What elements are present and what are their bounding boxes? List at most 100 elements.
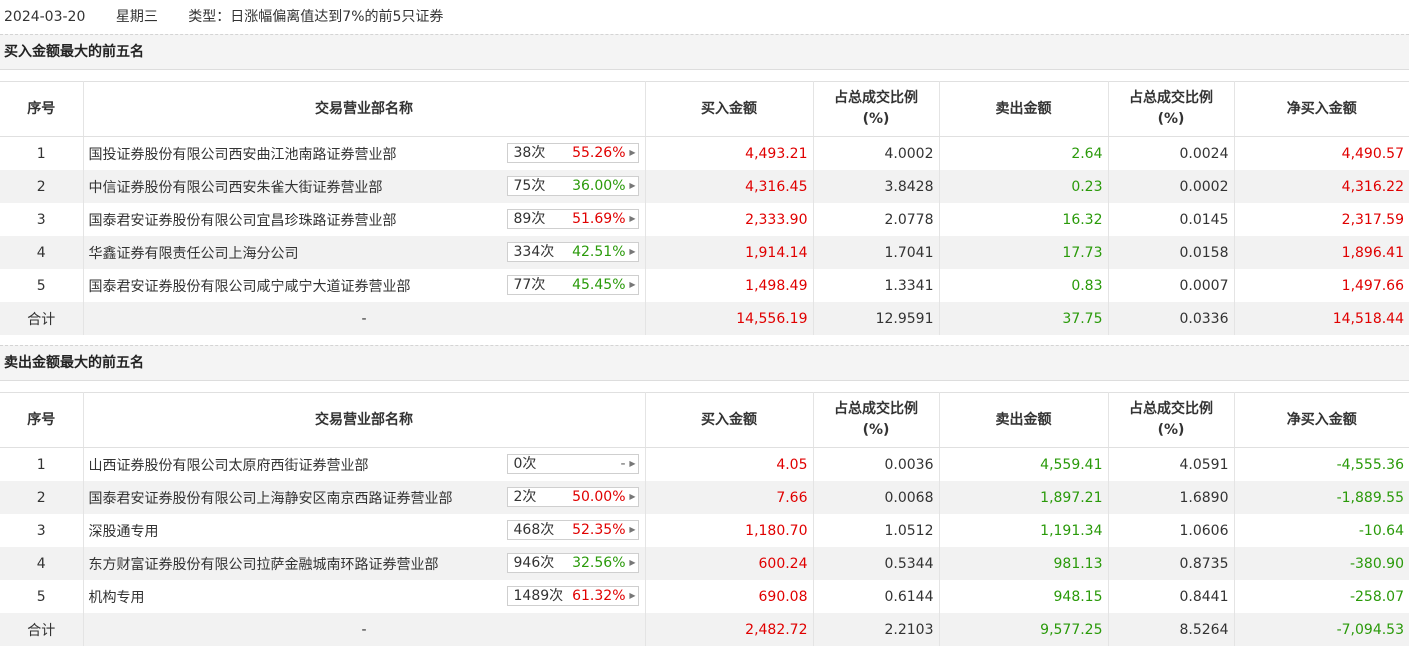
broker-history-dropdown[interactable]: 0次 - ▶ [506, 454, 639, 474]
caret-right-icon: ▶ [629, 558, 636, 567]
net-amount: -10.64 [1358, 522, 1404, 539]
row-number: 2 [0, 170, 84, 203]
total-buy-amount: 2,482.72 [645, 613, 814, 646]
sell-ratio: 0.0024 [1108, 136, 1235, 170]
caret-right-icon: ▶ [629, 280, 636, 289]
buy-ratio: 1.0512 [813, 514, 940, 547]
col-header-sell[interactable]: 卖出金额 [939, 392, 1109, 448]
win-rate: - [620, 456, 626, 472]
total-net-amount: 14,518.44 [1234, 302, 1409, 335]
broker-history-dropdown[interactable]: 1489次 61.32% ▶ [506, 586, 639, 606]
buy-ratio: 0.5344 [813, 547, 940, 580]
buy-ratio: 1.3341 [813, 269, 940, 302]
section-title: 卖出金额最大的前五名 [0, 345, 1409, 381]
caret-right-icon: ▶ [629, 148, 636, 157]
table-row: 1 山西证券股份有限公司太原府西街证券营业部 0次 - ▶ 4.05 0.0036 4,559… [0, 447, 1409, 481]
broker-history-dropdown[interactable]: 2次 50.00% ▶ [506, 487, 639, 507]
col-header-buy[interactable]: 买入金额 [645, 81, 814, 137]
col-header-no[interactable]: 序号 [0, 81, 84, 137]
broker-history-dropdown[interactable]: 38次 55.26% ▶ [506, 143, 639, 163]
broker-name-cell: 机构专用 1489次 61.32% ▶ [83, 580, 646, 613]
sell-ratio: 0.8735 [1108, 547, 1235, 580]
total-label: 合计 [0, 613, 84, 646]
buy-ratio: 4.0002 [813, 136, 940, 170]
broker-name-link[interactable]: 国投证券股份有限公司西安曲江池南路证券营业部 [89, 147, 397, 163]
broker-history-dropdown[interactable]: 468次 52.35% ▶ [506, 520, 639, 540]
col-header-sell-ratio[interactable]: 占总成交比例 (%) [1108, 81, 1235, 137]
table-row: 1 国投证券股份有限公司西安曲江池南路证券营业部 38次 55.26% ▶ 4,493.2… [0, 136, 1409, 170]
listing-count: 2次 [513, 489, 537, 505]
broker-name-link[interactable]: 国泰君安证券股份有限公司宜昌珍珠路证券营业部 [89, 213, 397, 229]
broker-history-dropdown[interactable]: 77次 45.45% ▶ [506, 275, 639, 295]
broker-name-link[interactable]: 国泰君安证券股份有限公司咸宁咸宁大道证券营业部 [89, 279, 411, 295]
col-header-net[interactable]: 净买入金额 [1234, 392, 1409, 448]
broker-name-link[interactable]: 中信证券股份有限公司西安朱雀大街证券营业部 [89, 180, 383, 196]
net-amount: 4,490.57 [1341, 145, 1404, 162]
broker-name-link[interactable]: 机构专用 [89, 590, 145, 606]
listing-count: 77次 [513, 277, 546, 293]
broker-name-cell: 东方财富证券股份有限公司拉萨金融城南环路证券营业部 946次 32.56% ▶ [83, 547, 646, 580]
buy-ratio: 3.8428 [813, 170, 940, 203]
listing-count: 38次 [513, 145, 546, 161]
table-row: 3 国泰君安证券股份有限公司宜昌珍珠路证券营业部 89次 51.69% ▶ 2,333.9… [0, 203, 1409, 236]
buy-ratio: 1.7041 [813, 236, 940, 269]
sell-ratio: 0.0145 [1108, 203, 1235, 236]
buy-amount: 1,498.49 [645, 269, 814, 302]
table-header-row: 序号 交易营业部名称 买入金额 占总成交比例 (%) 卖出金额 占总成交比例 (%) 净买入金额 [0, 392, 1409, 448]
buy-amount: 7.66 [645, 481, 814, 514]
broker-name-cell: 国泰君安证券股份有限公司宜昌珍珠路证券营业部 89次 51.69% ▶ [83, 203, 646, 236]
row-number: 2 [0, 481, 84, 514]
win-rate: 51.69% [572, 211, 626, 227]
col-header-buy-ratio[interactable]: 占总成交比例 (%) [813, 81, 940, 137]
buy-amount: 4,316.45 [645, 170, 814, 203]
sell-amount: 1,897.21 [939, 481, 1109, 514]
broker-name-link[interactable]: 华鑫证券有限责任公司上海分公司 [89, 246, 299, 262]
broker-history-dropdown[interactable]: 89次 51.69% ▶ [506, 209, 639, 229]
col-header-name[interactable]: 交易营业部名称 [83, 392, 646, 448]
table-row: 5 国泰君安证券股份有限公司咸宁咸宁大道证券营业部 77次 45.45% ▶ 1,498.… [0, 269, 1409, 302]
col-header-net[interactable]: 净买入金额 [1234, 81, 1409, 137]
broker-history-dropdown[interactable]: 75次 36.00% ▶ [506, 176, 639, 196]
total-row: 合计 -2,482.72 2.2103 9,577.25 8.5264 -7,094.53 [0, 613, 1409, 646]
broker-name-cell: 深股通专用 468次 52.35% ▶ [83, 514, 646, 547]
buy-amount: 2,333.90 [645, 203, 814, 236]
broker-name-link[interactable]: 山西证券股份有限公司太原府西街证券营业部 [89, 458, 369, 474]
row-number: 4 [0, 236, 84, 269]
broker-name-link[interactable]: 国泰君安证券股份有限公司上海静安区南京西路证券营业部 [89, 491, 453, 507]
broker-name-link[interactable]: 深股通专用 [89, 524, 159, 540]
total-sell-ratio: 8.5264 [1108, 613, 1235, 646]
col-header-buy-ratio[interactable]: 占总成交比例 (%) [813, 392, 940, 448]
col-header-buy[interactable]: 买入金额 [645, 392, 814, 448]
total-label: 合计 [0, 302, 84, 335]
row-number: 4 [0, 547, 84, 580]
trade-date: 2024-03-20 [4, 9, 86, 25]
col-header-no[interactable]: 序号 [0, 392, 84, 448]
net-amount: -258.07 [1349, 588, 1404, 605]
caret-right-icon: ▶ [629, 492, 636, 501]
broker-name-link[interactable]: 东方财富证券股份有限公司拉萨金融城南环路证券营业部 [89, 557, 439, 573]
col-header-sell[interactable]: 卖出金额 [939, 81, 1109, 137]
net-amount: 1,896.41 [1234, 236, 1409, 269]
broker-name-cell: 国泰君安证券股份有限公司上海静安区南京西路证券营业部 2次 50.00% ▶ [83, 481, 646, 514]
col-header-sell-ratio[interactable]: 占总成交比例 (%) [1108, 392, 1235, 448]
listing-count: 0次 [513, 456, 537, 472]
broker-history-dropdown[interactable]: 946次 32.56% ▶ [506, 553, 639, 573]
win-rate: 45.45% [572, 277, 626, 293]
sell-ratio: 0.0002 [1108, 170, 1235, 203]
buy-ratio: 0.6144 [813, 580, 940, 613]
buy-ratio: 0.0068 [813, 481, 940, 514]
broker-table: 序号 交易营业部名称 买入金额 占总成交比例 (%) 卖出金额 占总成交比例 (%) 净买入金额… [0, 81, 1409, 335]
table-row: 4 东方财富证券股份有限公司拉萨金融城南环路证券营业部 946次 32.56% ▶ 600… [0, 547, 1409, 580]
sell-amount: 0.83 [939, 269, 1109, 302]
sections-container: 买入金额最大的前五名 序号 交易营业部名称 买入金额 占总成交比例 (%) 卖出金额 占总成交… [0, 34, 1409, 646]
broker-name-cell: 中信证券股份有限公司西安朱雀大街证券营业部 75次 36.00% ▶ [83, 170, 646, 203]
sell-amount: 2.64 [939, 136, 1109, 170]
total-sell-amount: 9,577.25 [939, 613, 1109, 646]
row-number: 5 [0, 580, 84, 613]
broker-table: 序号 交易营业部名称 买入金额 占总成交比例 (%) 卖出金额 占总成交比例 (%) 净买入金额… [0, 392, 1409, 646]
broker-history-dropdown[interactable]: 334次 42.51% ▶ [506, 242, 639, 262]
buy-ratio: 0.0036 [813, 447, 940, 481]
listing-count: 89次 [513, 211, 546, 227]
table-header-row: 序号 交易营业部名称 买入金额 占总成交比例 (%) 卖出金额 占总成交比例 (%) 净买入金额 [0, 81, 1409, 137]
col-header-name[interactable]: 交易营业部名称 [83, 81, 646, 137]
